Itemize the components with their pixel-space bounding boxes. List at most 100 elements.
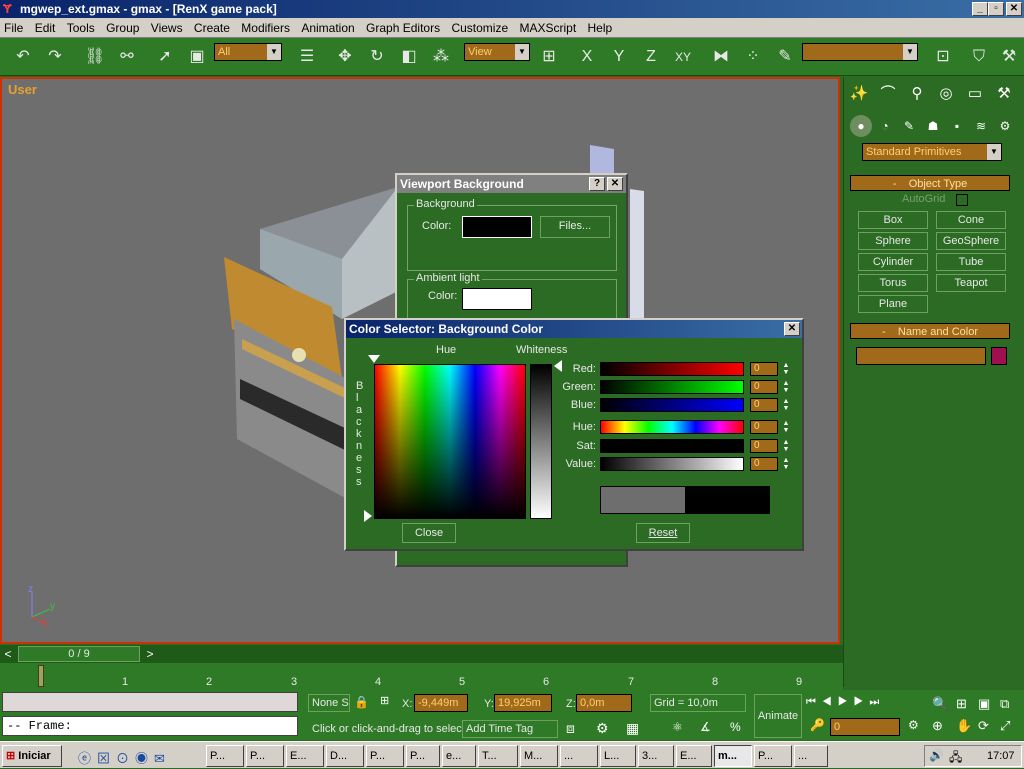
task-button-7[interactable]: e... (442, 745, 476, 767)
hue-spinner-arrows[interactable]: ▲ ▼ (782, 420, 790, 434)
task-button-5[interactable]: P... (366, 745, 404, 767)
hue-spinner[interactable]: 0 (750, 420, 778, 434)
task-button-12[interactable]: 3... (638, 745, 674, 767)
lights-icon[interactable]: ✎ (898, 115, 920, 137)
select-by-name-icon[interactable]: ☰ (294, 43, 320, 71)
time-marker[interactable] (38, 665, 44, 687)
task-button-6[interactable]: P... (406, 745, 440, 767)
utilities-tab-hammer-icon[interactable]: ⚒ (991, 81, 1017, 107)
network-icon[interactable]: 🖧 (949, 748, 962, 769)
zoom-icon[interactable]: 🔍 (932, 696, 954, 712)
task-button-15[interactable]: P... (754, 745, 792, 767)
spacewarps-icon[interactable]: ≋ (970, 115, 992, 137)
absolute-mode-icon[interactable]: ⊞ (380, 694, 394, 710)
hierarchy-tab-icon[interactable]: ⚲ (904, 81, 930, 107)
task-button-10[interactable]: ... (560, 745, 598, 767)
task-button-1[interactable]: P... (206, 745, 244, 767)
menu-help[interactable]: Help (584, 18, 617, 38)
menu-graph-editors[interactable]: Graph Editors (362, 18, 444, 38)
plane-button[interactable]: Plane (858, 295, 928, 313)
name-color-rollout-header[interactable]: - Name and Color (850, 323, 1010, 339)
next-frame-button[interactable]: > (142, 646, 158, 662)
shapes-icon[interactable]: ◔ (874, 115, 896, 137)
menu-views[interactable]: Views (147, 18, 187, 38)
close-button[interactable]: ✕ (1006, 2, 1022, 16)
constrain-x-button[interactable]: X (574, 43, 600, 71)
task-button-gmax-active[interactable]: m... (714, 745, 752, 767)
box-button[interactable]: Box (858, 211, 928, 229)
whiteness-pointer-icon[interactable] (554, 360, 562, 372)
minimize-button[interactable]: _ (972, 2, 988, 16)
modify-tab-icon[interactable]: ⌒ (875, 81, 901, 107)
rotate-icon[interactable]: ↻ (364, 43, 390, 71)
cone-button[interactable]: Cone (936, 211, 1006, 229)
hue-slider[interactable] (600, 420, 744, 434)
task-button-16[interactable]: ... (794, 745, 828, 767)
add-time-tag-button[interactable]: Add Time Tag (462, 720, 558, 738)
app-icon[interactable]: Ɏ (3, 2, 17, 16)
shield-icon[interactable]: ⛉ (966, 43, 992, 71)
y-coord-field[interactable]: 19,925m (494, 694, 552, 712)
teapot-button[interactable]: Teapot (936, 274, 1006, 292)
scale-icon[interactable]: ◧ (396, 43, 422, 71)
select-arrow-icon[interactable]: ➚ (152, 43, 178, 71)
x-coord-field[interactable]: -9,449m (414, 694, 468, 712)
hammer-icon[interactable]: ⚒ (996, 43, 1022, 71)
value-spinner-arrows[interactable]: ▲ ▼ (782, 457, 790, 471)
track-bar[interactable]: 1 2 3 4 5 6 7 8 9 (0, 663, 843, 690)
menu-maxscript[interactable]: MAXScript (515, 18, 580, 38)
array-icon[interactable]: ⁘ (740, 43, 766, 71)
green-slider[interactable] (600, 380, 744, 394)
task-button-2[interactable]: P... (246, 745, 284, 767)
helpers-icon[interactable]: ▪ (946, 115, 968, 137)
blackness-pointer-icon[interactable] (364, 510, 372, 522)
red-spinner-arrows[interactable]: ▲ ▼ (782, 362, 790, 376)
value-slider[interactable] (600, 457, 744, 471)
menu-modifiers[interactable]: Modifiers (237, 18, 294, 38)
tube-button[interactable]: Tube (936, 253, 1006, 271)
task-button-4[interactable]: D... (326, 745, 364, 767)
frame-line[interactable]: -- Frame: (2, 716, 298, 736)
object-name-input[interactable] (856, 347, 986, 365)
task-button-3[interactable]: E... (286, 745, 324, 767)
value-spinner[interactable]: 0 (750, 457, 778, 471)
sphere-button[interactable]: Sphere (858, 232, 928, 250)
ambient-color-swatch[interactable] (462, 288, 532, 310)
named-selection-dropdown[interactable]: ▼ (802, 43, 918, 61)
maxscript-listener-input[interactable] (2, 692, 298, 712)
files-button[interactable]: Files... (540, 216, 610, 238)
task-button-11[interactable]: L... (600, 745, 636, 767)
reset-button[interactable]: Reset (636, 523, 690, 543)
green-spinner-arrows[interactable]: ▲ ▼ (782, 380, 790, 394)
menu-tools[interactable]: Tools (63, 18, 99, 38)
time-config-icon[interactable]: ⚙ (908, 718, 919, 732)
hue-blackness-picker[interactable] (374, 364, 526, 519)
whiteness-bar[interactable] (530, 364, 552, 519)
pivot-icon[interactable]: ⊞ (536, 43, 562, 71)
pan-hand-icon[interactable]: ✋ (956, 718, 972, 734)
menu-edit[interactable]: Edit (31, 18, 60, 38)
torus-button[interactable]: Torus (858, 274, 928, 292)
move-icon[interactable]: ✥ (332, 43, 358, 71)
zoom-all-icon[interactable]: ⊞ (956, 696, 967, 712)
cameras-icon[interactable]: ☗ (922, 115, 944, 137)
box-icon[interactable]: ▦ (626, 720, 639, 737)
task-button-13[interactable]: E... (676, 745, 712, 767)
cube-icon[interactable]: ⧈ (566, 720, 575, 737)
grid-icon[interactable]: ⊡ (930, 43, 956, 71)
systems-icon[interactable]: ⚙ (994, 115, 1016, 137)
background-color-swatch[interactable] (462, 216, 532, 238)
display-tab-icon[interactable]: ▭ (962, 81, 988, 107)
constrain-xy-button[interactable]: XY (670, 43, 696, 71)
menu-customize[interactable]: Customize (447, 18, 512, 38)
zoom-extents-all-icon[interactable]: ⧉ (1000, 696, 1009, 712)
sat-spinner-arrows[interactable]: ▲ ▼ (782, 439, 790, 453)
selection-filter-dropdown[interactable]: All ▼ (214, 43, 282, 61)
gear-icon[interactable]: ⚙ (596, 720, 609, 737)
blue-spinner[interactable]: 0 (750, 398, 778, 412)
hue-pointer-icon[interactable] (368, 355, 380, 363)
blue-spinner-arrows[interactable]: ▲ ▼ (782, 398, 790, 412)
sat-spinner[interactable]: 0 (750, 439, 778, 453)
color-selector-close-icon[interactable]: ✕ (784, 322, 800, 336)
object-type-rollout-header[interactable]: - Object Type (850, 175, 1010, 191)
